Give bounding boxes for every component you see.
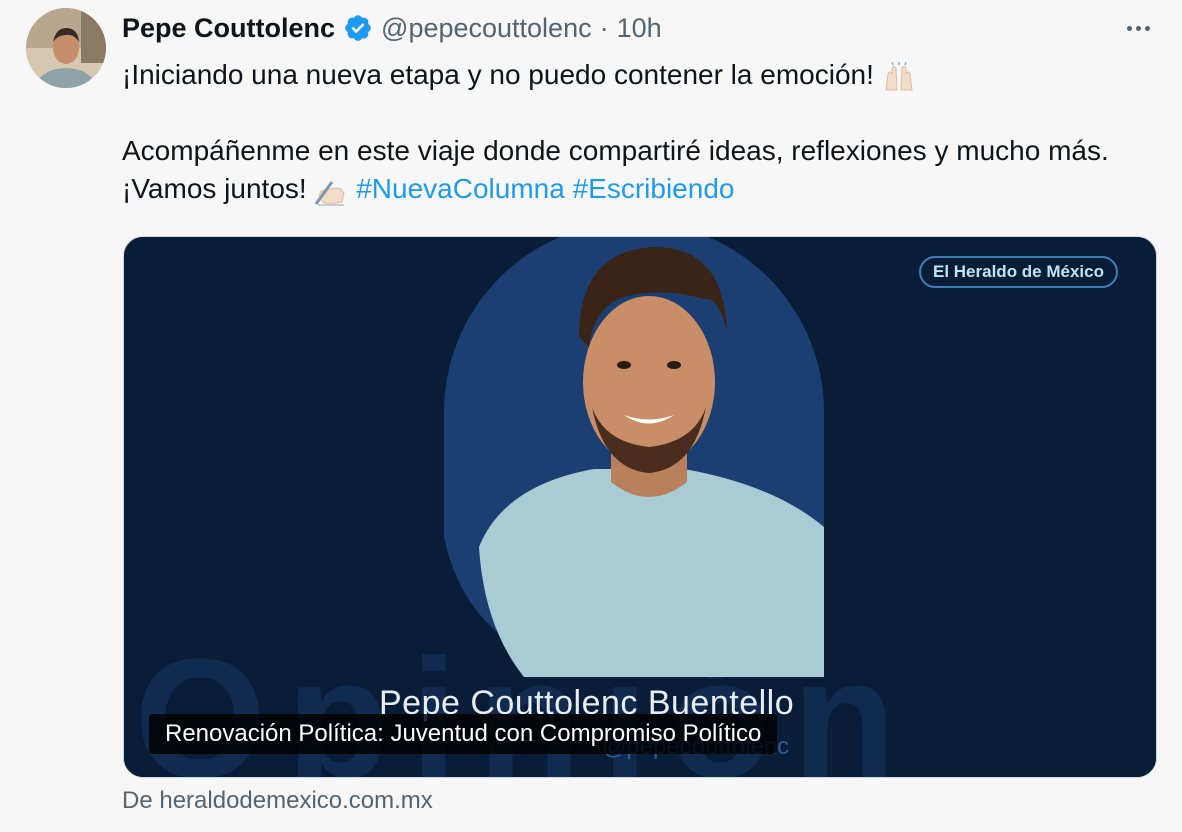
verified-badge-icon (345, 15, 371, 41)
tweet-header: Pepe Couttolenc @pepecouttolenc · 10h (122, 10, 662, 46)
tweet-text-line1: ¡Iniciando una nueva etapa y no puedo co… (122, 59, 874, 90)
tweet[interactable]: Pepe Couttolenc @pepecouttolenc · 10h ¡I… (0, 0, 1182, 832)
separator: · (599, 12, 609, 43)
brand-badge: El Heraldo de México (919, 256, 1118, 288)
user-handle[interactable]: @pepecouttolenc (381, 13, 592, 44)
hashtag-nuevacolumna[interactable]: #NuevaColumna (356, 173, 565, 204)
more-icon[interactable] (1120, 10, 1156, 46)
avatar-image (26, 8, 106, 88)
link-card[interactable]: Opinión El Heraldo de México Pepe Coutto… (123, 236, 1157, 778)
hashtag-escribiendo[interactable]: #Escribiendo (573, 173, 735, 204)
display-name[interactable]: Pepe Couttolenc (122, 13, 335, 44)
writing-hand-emoji (315, 180, 345, 206)
timestamp[interactable]: 10h (617, 13, 662, 44)
card-title[interactable]: Renovación Política: Juventud con Compro… (149, 714, 778, 754)
avatar[interactable] (26, 8, 106, 88)
raised-hands-emoji (885, 61, 913, 91)
card-source[interactable]: De heraldodemexico.com.mx (122, 787, 433, 815)
tweet-text: ¡Iniciando una nueva etapa y no puedo co… (122, 56, 1152, 208)
